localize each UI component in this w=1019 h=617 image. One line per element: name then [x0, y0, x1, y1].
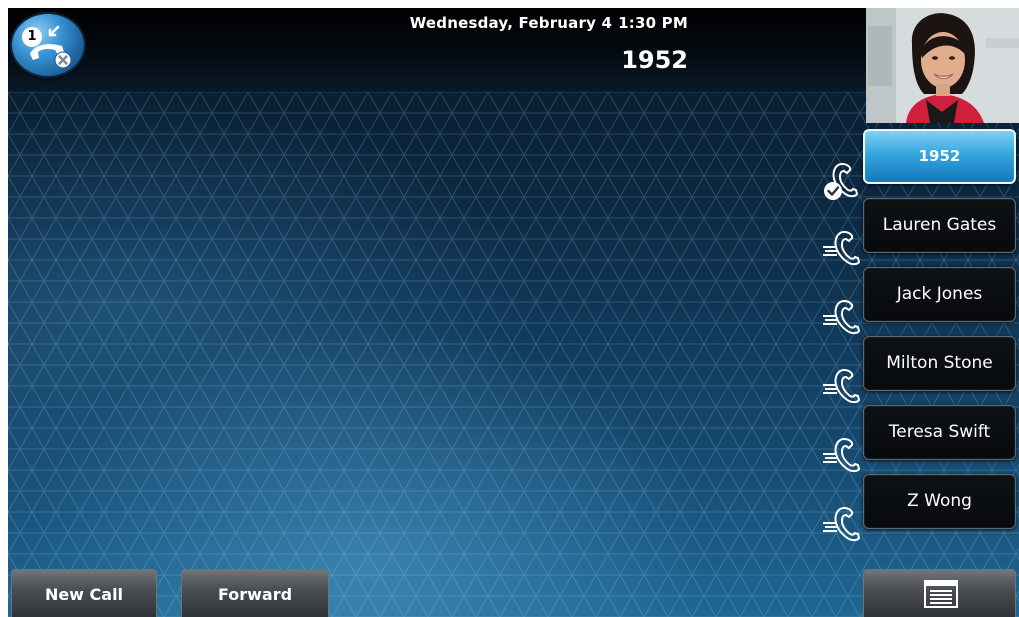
status-bar: 1 Wednesday, February 4 1:30 PM 1952 [8, 8, 866, 92]
line-key-jack-jones[interactable]: Jack Jones [863, 267, 1016, 322]
line-key-lauren-gates[interactable]: Lauren Gates [863, 198, 1016, 253]
phone-check-icon [820, 158, 866, 204]
date-time: Wednesday, February 4 1:30 PM [410, 14, 688, 32]
forward-button[interactable]: Forward [181, 569, 329, 617]
menu-icon [924, 580, 958, 608]
line-key-z-wong[interactable]: Z Wong [863, 474, 1016, 529]
handset-missed-icon [30, 25, 72, 69]
phone-speed-dial-icon [820, 295, 866, 341]
date-text: Wednesday, February 4 [409, 14, 613, 32]
phone-speed-dial-icon [820, 364, 866, 410]
time-text: 1:30 PM [618, 14, 688, 32]
menu-button[interactable] [863, 569, 1016, 617]
contact-photo [866, 8, 1019, 123]
self-view-video[interactable] [866, 8, 1019, 123]
extension-number: 1952 [621, 46, 688, 74]
phone-speed-dial-icon [820, 433, 866, 479]
new-call-button[interactable]: New Call [11, 569, 157, 617]
phone-screen: 1 Wednesday, February 4 1:30 PM 1952 195… [8, 8, 1019, 617]
line-key-milton-stone[interactable]: Milton Stone [863, 336, 1016, 391]
line-key-1952[interactable]: 1952 [863, 129, 1016, 184]
phone-speed-dial-icon [820, 226, 866, 272]
phone-missed-call-icon[interactable]: 1 [12, 14, 84, 76]
line-key-teresa-swift[interactable]: Teresa Swift [863, 405, 1016, 460]
phone-speed-dial-icon [820, 502, 866, 548]
